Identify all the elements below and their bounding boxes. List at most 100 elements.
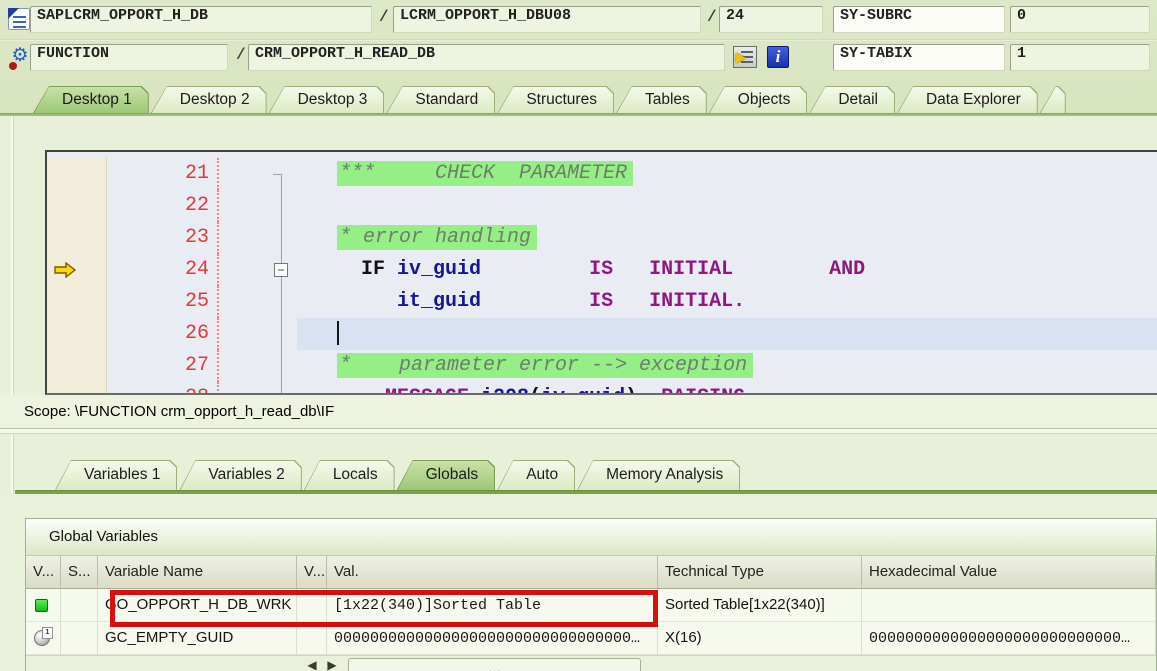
fold-line	[281, 222, 282, 254]
abap-debugger-window: SAPLCRM_OPPORT_H_DB / LCRM_OPPORT_H_DBU0…	[0, 0, 1157, 671]
fold-collapse-box[interactable]: −	[274, 263, 288, 277]
variables-tab-locals[interactable]: Locals	[304, 460, 395, 490]
tab-label: Memory Analysis	[606, 466, 724, 483]
desktop-tab-desktop-1[interactable]: Desktop 1	[33, 86, 149, 113]
breakpoint-margin[interactable]	[47, 318, 107, 350]
desktop-tab-tables[interactable]: Tables	[616, 86, 707, 113]
sy-subrc-field[interactable]: SY-SUBRC	[833, 6, 1005, 33]
separator: /	[236, 46, 246, 64]
line-number-field[interactable]: 24	[719, 6, 823, 33]
code-line-25: 25 it_guid IS INITIAL.	[47, 286, 1157, 318]
editor-gutter-gap	[219, 222, 265, 254]
breakpoint-margin[interactable]	[47, 350, 107, 382]
fold-column: −	[265, 254, 297, 286]
current-statement-arrow	[54, 262, 77, 278]
fold-line	[281, 350, 282, 382]
toolbar-row-event: ⚙ FUNCTION / CRM_OPPORT_H_READ_DB i SY-T…	[0, 44, 1157, 72]
splitter[interactable]	[0, 428, 1157, 434]
code-text: IF iv_guid IS INITIAL AND	[361, 258, 866, 281]
tab-label: Desktop 2	[179, 91, 250, 108]
code-text	[297, 318, 1157, 350]
column-header-technical-type[interactable]: Technical Type	[658, 556, 862, 589]
tab-label: Desktop 3	[297, 91, 368, 108]
editor-gutter-gap	[219, 382, 265, 393]
breakpoint-margin[interactable]	[47, 190, 107, 222]
text-cursor	[337, 321, 339, 345]
editor-gutter-gap	[219, 286, 265, 318]
tab-label: Auto	[526, 466, 559, 483]
desktop-tab-structures[interactable]: Structures	[497, 86, 614, 113]
column-header-v-[interactable]: V...	[26, 556, 61, 589]
scroll-left-arrow[interactable]: ◀	[302, 658, 322, 671]
tab-label: Variables 1	[84, 466, 161, 483]
fold-line	[281, 174, 282, 190]
line-number: 28	[107, 382, 219, 393]
variables-tab-variables-2[interactable]: Variables 2	[179, 460, 301, 490]
fold-column	[265, 350, 297, 382]
code-line-28: 28 MESSAGE i208(iv_guid) RAISING	[47, 382, 1157, 393]
scrollbar-track[interactable]: …	[348, 658, 641, 671]
sy-tabix-value: 1	[1010, 44, 1150, 71]
toolbar-divider	[0, 39, 1157, 41]
fold-column	[265, 318, 297, 350]
scope-bar: Scope: \FUNCTION crm_opport_h_read_db\IF	[0, 395, 1157, 428]
constant-icon	[34, 627, 53, 646]
desktop-tab-data-explorer[interactable]: Data Explorer	[897, 86, 1038, 113]
technical-type-cell: X(16)	[658, 622, 862, 655]
desktop-tab-standard[interactable]: Standard	[386, 86, 495, 113]
green-square-icon	[35, 598, 48, 612]
column-header-s-[interactable]: S...	[61, 556, 98, 589]
fold-column	[265, 286, 297, 318]
code-lines: 21 *** CHECK PARAMETER 22 23 * error handlin…	[47, 158, 1157, 393]
scroll-right-arrow[interactable]: ▶	[322, 658, 342, 671]
column-header-v-[interactable]: V...	[297, 556, 327, 589]
variables-tab-memory-analysis[interactable]: Memory Analysis	[577, 460, 740, 490]
line-number: 25	[107, 286, 219, 318]
info-icon[interactable]: i	[767, 46, 789, 68]
code-line-27: 27 * parameter error --> exception	[47, 350, 1157, 382]
toolbar-row-program: SAPLCRM_OPPORT_H_DB / LCRM_OPPORT_H_DBU0…	[0, 6, 1157, 34]
line-number: 23	[107, 222, 219, 254]
desktop-tab-detail[interactable]: Detail	[809, 86, 895, 113]
code-line-26: 26	[47, 318, 1157, 350]
variables-tabstrip: Variables 1 Variables 2 Locals Globals Auto M…	[0, 460, 1157, 490]
breakpoint-margin[interactable]	[47, 286, 107, 318]
column-header-variable-name[interactable]: Variable Name	[98, 556, 297, 589]
desktop-tab-desktop-2[interactable]: Desktop 2	[151, 86, 267, 113]
table-header-row: V... S... Variable Name V... Val. Technical T…	[26, 556, 1156, 589]
editor-gutter-gap	[219, 158, 265, 190]
sy-tabix-field[interactable]: SY-TABIX	[833, 44, 1005, 71]
desktop-tab-objects[interactable]: Objects	[709, 86, 808, 113]
breakpoint-margin[interactable]	[47, 254, 107, 286]
event-name-field[interactable]: CRM_OPPORT_H_READ_DB	[248, 44, 725, 71]
fold-column	[265, 382, 297, 393]
code-line-21: 21 *** CHECK PARAMETER	[47, 158, 1157, 190]
line-number: 21	[107, 158, 219, 190]
comment-text: * parameter error --> exception	[337, 353, 754, 378]
program-field[interactable]: SAPLCRM_OPPORT_H_DB	[30, 6, 372, 33]
column-header-hexadecimal-value[interactable]: Hexadecimal Value	[862, 556, 1156, 589]
variables-tab-globals[interactable]: Globals	[397, 460, 496, 490]
code-editor[interactable]: 21 *** CHECK PARAMETER 22 23 * error handlin…	[45, 150, 1157, 395]
breakpoint-margin[interactable]	[47, 222, 107, 254]
table-scrollbar-area: ◀ ▶ …	[26, 655, 1156, 671]
status-cell	[61, 622, 98, 655]
breakpoint-margin[interactable]	[47, 158, 107, 190]
line-number: 26	[107, 318, 219, 350]
column-header-val-[interactable]: Val.	[327, 556, 658, 589]
event-type-field[interactable]: FUNCTION	[30, 44, 228, 71]
value-indicator-cell	[26, 589, 61, 622]
goto-statement-icon[interactable]	[733, 46, 757, 68]
variables-tab-auto[interactable]: Auto	[497, 460, 575, 490]
variables-tab-variables-1[interactable]: Variables 1	[55, 460, 177, 490]
desktop-tab-desktop-3[interactable]: Desktop 3	[269, 86, 385, 113]
breakpoint-margin[interactable]	[47, 382, 107, 393]
include-field[interactable]: LCRM_OPPORT_H_DBU08	[393, 6, 701, 33]
line-number: 22	[107, 190, 219, 222]
editor-gutter-gap	[219, 318, 265, 350]
fold-column	[265, 222, 297, 254]
line-number: 24	[107, 254, 219, 286]
status-cell	[61, 589, 98, 622]
comment-text: * error handling	[337, 225, 538, 250]
code-line-22: 22	[47, 190, 1157, 222]
